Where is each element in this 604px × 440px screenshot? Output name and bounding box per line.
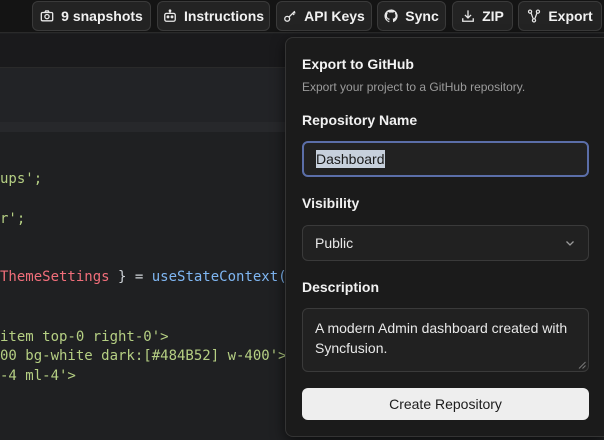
instructions-label: Instructions — [183, 8, 265, 24]
repository-name-input[interactable]: Dashboard — [302, 141, 589, 177]
panel-subtitle: Export your project to a GitHub reposito… — [302, 80, 526, 94]
code-line: item top-0 right-0'> — [0, 329, 169, 345]
description-label: Description — [302, 279, 380, 295]
description-value: A modern Admin dashboard created with Sy… — [315, 320, 568, 356]
zip-button[interactable]: ZIP — [452, 1, 513, 31]
download-icon — [462, 10, 475, 22]
description-textarea[interactable]: A modern Admin dashboard created with Sy… — [302, 308, 589, 372]
code-line: ups'; — [0, 171, 43, 187]
code-line: -4 ml-4'> — [0, 368, 76, 384]
panel-title: Export to GitHub — [302, 56, 414, 72]
export-label: Export — [548, 8, 593, 24]
visibility-label: Visibility — [302, 195, 360, 211]
visibility-value: Public — [315, 235, 354, 251]
key-icon — [284, 10, 296, 22]
repository-name-value: Dashboard — [316, 150, 385, 168]
robot-icon — [164, 9, 176, 22]
code-line: 00 bg-white dark:[#484B52] w-400'> — [0, 348, 287, 364]
instructions-button[interactable]: Instructions — [157, 1, 270, 31]
zip-label: ZIP — [482, 8, 504, 24]
top-toolbar: 9 snapshots Instructions API Keys Sync Z… — [0, 0, 604, 33]
camera-icon — [40, 10, 54, 22]
api-keys-button[interactable]: API Keys — [276, 1, 372, 31]
github-icon — [384, 9, 398, 23]
export-github-panel: Export to GitHub Export your project to … — [285, 37, 604, 437]
code-line: ThemeSettings } = useStateContext( — [0, 269, 287, 285]
share-nodes-icon — [528, 9, 541, 23]
snapshots-label: 9 snapshots — [61, 8, 143, 24]
visibility-select[interactable]: Public — [302, 225, 589, 261]
repository-name-label: Repository Name — [302, 112, 418, 128]
sync-label: Sync — [405, 8, 439, 24]
resize-grip-icon[interactable] — [578, 361, 586, 369]
chevron-down-icon — [566, 241, 574, 246]
code-line: r'; — [0, 211, 26, 227]
create-repository-button[interactable]: Create Repository — [302, 388, 589, 420]
export-button[interactable]: Export — [518, 1, 602, 31]
sync-button[interactable]: Sync — [377, 1, 446, 31]
api-keys-label: API Keys — [304, 8, 365, 24]
snapshots-button[interactable]: 9 snapshots — [32, 1, 151, 31]
